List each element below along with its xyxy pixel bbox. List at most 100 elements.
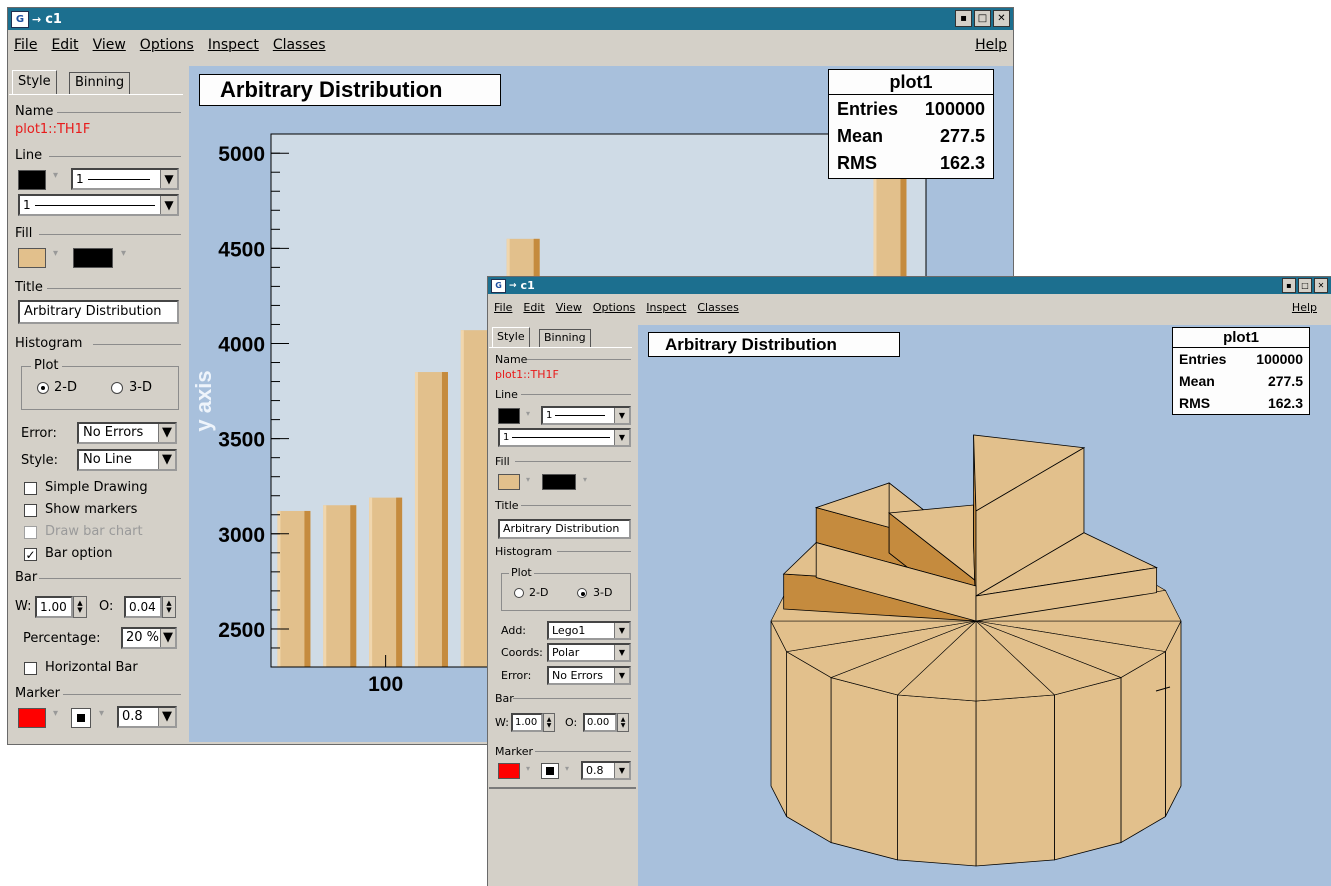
- title-section-label: Title: [495, 499, 519, 512]
- stats-rms-label: RMS: [837, 153, 877, 173]
- fill-pattern-arrow-icon[interactable]: ▾: [583, 475, 587, 484]
- fill-color-swatch[interactable]: [18, 248, 46, 268]
- maximize-button[interactable]: □: [1298, 278, 1312, 293]
- plot-3d-radio[interactable]: [577, 588, 587, 598]
- lego-wall-segment: [770, 620, 788, 817]
- marker-size-select[interactable]: 0.8 ▼: [581, 761, 631, 780]
- tab-style[interactable]: Style: [492, 327, 530, 347]
- line-section-label: Line: [15, 148, 43, 163]
- coords-select[interactable]: Polar ▼: [547, 643, 631, 662]
- menu-options[interactable]: Options: [140, 37, 194, 53]
- close-button[interactable]: ✕: [993, 10, 1010, 27]
- maximize-button[interactable]: □: [974, 10, 991, 27]
- plot-title: Arbitrary Distribution: [648, 332, 900, 357]
- percentage-select[interactable]: 20 % ▼: [121, 627, 177, 649]
- title-input[interactable]: Arbitrary Distribution: [18, 300, 179, 324]
- marker-style-swatch[interactable]: [71, 708, 91, 728]
- fill-pattern-arrow-icon[interactable]: ▾: [121, 248, 126, 259]
- plot-2d-radio[interactable]: [514, 588, 524, 598]
- name-section-label: Name: [495, 353, 528, 366]
- line-width-select[interactable]: 1 ▼: [541, 406, 631, 425]
- minimize-button[interactable]: ▪: [955, 10, 972, 27]
- menu-classes[interactable]: Classes: [273, 37, 326, 53]
- chevron-down-icon: ▼: [158, 451, 175, 469]
- front-canvas[interactable]: Arbitrary Distribution plot1 Entries 1000…: [638, 325, 1331, 886]
- line-width-select[interactable]: 1 ▼: [71, 168, 179, 190]
- line-color-swatch[interactable]: [18, 170, 46, 190]
- tab-style[interactable]: Style: [12, 70, 57, 94]
- minimize-button[interactable]: ▪: [1282, 278, 1296, 293]
- stats-mean-value: 277.5: [1267, 373, 1303, 389]
- marker-section-label: Marker: [495, 745, 534, 758]
- simple-drawing-checkbox[interactable]: [24, 482, 37, 495]
- title-input[interactable]: Arbitrary Distribution: [498, 519, 631, 539]
- fill-pattern-swatch[interactable]: [73, 248, 113, 268]
- marker-color-swatch[interactable]: [498, 763, 520, 779]
- tab-binning[interactable]: Binning: [69, 72, 131, 94]
- bar-width-input[interactable]: 1.00: [511, 713, 543, 732]
- plot-2d-radio[interactable]: [37, 382, 49, 394]
- line-color-swatch[interactable]: [498, 408, 520, 424]
- draw-bar-chart-checkbox[interactable]: [24, 526, 37, 539]
- marker-style-arrow-icon[interactable]: ▾: [565, 764, 569, 773]
- line-color-arrow-icon[interactable]: ▾: [53, 170, 58, 181]
- menu-edit[interactable]: Edit: [523, 301, 544, 314]
- style-select[interactable]: No Line ▼: [77, 449, 177, 471]
- chevron-down-icon: ▼: [158, 708, 175, 726]
- error-select[interactable]: No Errors ▼: [547, 666, 631, 685]
- marker-size-select[interactable]: 0.8 ▼: [117, 706, 177, 728]
- menu-file[interactable]: File: [494, 301, 512, 314]
- menu-edit[interactable]: Edit: [51, 37, 78, 53]
- stats-rms-label: RMS: [1179, 395, 1211, 411]
- root-icon: G: [491, 278, 506, 293]
- stats-entries-label: Entries: [837, 99, 899, 119]
- menu-file[interactable]: File: [14, 37, 37, 53]
- bar-width-spinner[interactable]: ▲ ▼: [543, 713, 555, 732]
- menu-view[interactable]: View: [93, 37, 126, 53]
- add-select[interactable]: Lego1 ▼: [547, 621, 631, 640]
- y-tick-label: 3500: [218, 429, 265, 452]
- line-style-select[interactable]: 1 ▼: [498, 428, 631, 447]
- bar-width-spinner[interactable]: ▲ ▼: [73, 596, 87, 618]
- show-markers-label: Show markers: [45, 502, 138, 517]
- line-color-arrow-icon[interactable]: ▾: [526, 409, 530, 418]
- bar-section-label: Bar: [15, 570, 38, 585]
- marker-style-swatch[interactable]: [541, 763, 559, 779]
- close-button[interactable]: ✕: [1314, 278, 1328, 293]
- marker-color-arrow-icon[interactable]: ▾: [526, 764, 530, 773]
- tab-binning[interactable]: Binning: [539, 329, 591, 347]
- line-style-select[interactable]: 1 ▼: [18, 194, 179, 216]
- menu-help[interactable]: Help: [1292, 301, 1317, 314]
- fill-pattern-swatch[interactable]: [542, 474, 576, 490]
- plot-2d-label: 2-D: [529, 586, 549, 599]
- front-title-bar[interactable]: G → c1 ▪ □ ✕: [488, 277, 1331, 294]
- plot-3d-radio[interactable]: [111, 382, 123, 394]
- bar-offset-input[interactable]: 0.04: [124, 596, 162, 618]
- bar-offset-spinner[interactable]: ▲ ▼: [617, 713, 629, 732]
- marker-color-arrow-icon[interactable]: ▾: [53, 708, 58, 719]
- marker-color-swatch[interactable]: [18, 708, 46, 728]
- show-markers-checkbox[interactable]: [24, 504, 37, 517]
- marker-style-arrow-icon[interactable]: ▾: [99, 708, 104, 719]
- root-icon: G: [11, 10, 29, 28]
- bar-offset-input[interactable]: 0.00: [583, 713, 617, 732]
- fill-color-arrow-icon[interactable]: ▾: [53, 248, 58, 259]
- bar-offset-spinner[interactable]: ▲ ▼: [162, 596, 176, 618]
- bar-width-input[interactable]: 1.00: [35, 596, 73, 618]
- menu-view[interactable]: View: [556, 301, 582, 314]
- fill-color-arrow-icon[interactable]: ▾: [526, 475, 530, 484]
- lego-wall-segment: [897, 694, 977, 867]
- menu-options[interactable]: Options: [593, 301, 635, 314]
- histogram-section-label: Histogram: [495, 545, 553, 558]
- back-title-bar[interactable]: G → c1 ▪ □ ✕: [8, 8, 1013, 30]
- menu-inspect[interactable]: Inspect: [208, 37, 259, 53]
- error-select[interactable]: No Errors ▼: [77, 422, 177, 444]
- menu-inspect[interactable]: Inspect: [646, 301, 686, 314]
- fill-color-swatch[interactable]: [498, 474, 520, 490]
- horizontal-bar-checkbox[interactable]: [24, 662, 37, 675]
- menu-classes[interactable]: Classes: [697, 301, 738, 314]
- x-tick-label: 100: [368, 673, 403, 696]
- bar-option-checkbox[interactable]: ✓: [24, 548, 37, 561]
- stats-rms-value: 162.3: [939, 153, 985, 173]
- menu-help[interactable]: Help: [975, 37, 1007, 53]
